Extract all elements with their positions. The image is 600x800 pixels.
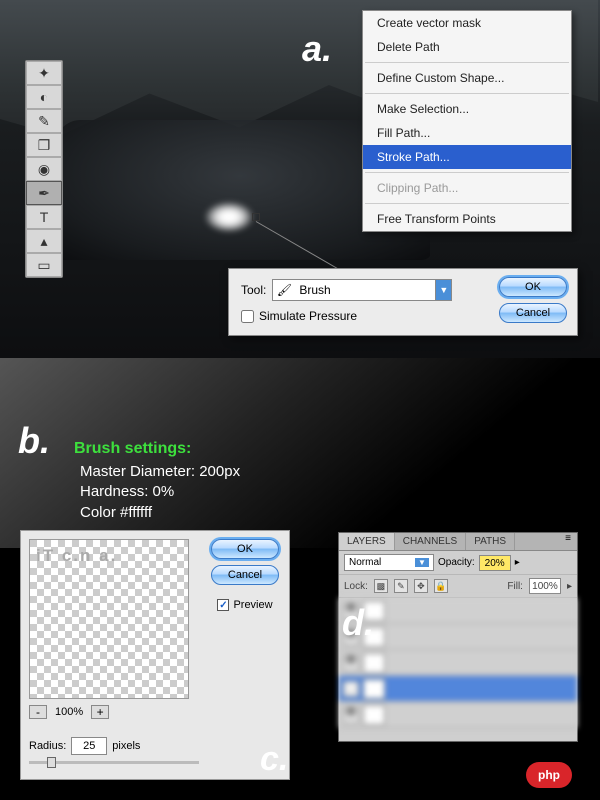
preview-checkbox[interactable]: ✓ xyxy=(217,599,229,611)
layer-row[interactable]: 👁 xyxy=(339,598,577,624)
tab-layers[interactable]: LAYERS xyxy=(339,533,395,550)
lock-pixels-icon[interactable]: ✎ xyxy=(394,579,408,593)
lock-position-icon[interactable]: ✥ xyxy=(414,579,428,593)
layer-row[interactable]: 👁 xyxy=(339,650,577,676)
lock-transparent-icon[interactable]: ▩ xyxy=(374,579,388,593)
fill-stepper-icon[interactable]: ▸ xyxy=(567,581,572,592)
menu-separator xyxy=(365,172,569,173)
fill-value[interactable]: 100% xyxy=(529,578,561,594)
tool-label: Tool: xyxy=(241,283,266,297)
layer-row[interactable]: 👁 xyxy=(339,676,577,702)
radius-unit: pixels xyxy=(112,740,140,752)
panel-menu-icon[interactable]: ≡ xyxy=(559,533,577,550)
menu-make-selection[interactable]: Make Selection... xyxy=(363,97,571,121)
panel-label-b: b. xyxy=(18,420,50,462)
menu-separator xyxy=(365,62,569,63)
menu-separator xyxy=(365,203,569,204)
brush-hardness: Hardness: 0% xyxy=(80,482,240,502)
lock-label: Lock: xyxy=(344,581,368,592)
ok-button[interactable]: OK xyxy=(211,539,279,559)
tools-palette: ✦ ◐ ✎ ❐ ◉ ✒ T ▴ ▭ xyxy=(25,60,63,278)
ok-button[interactable]: OK xyxy=(499,277,567,297)
zoom-out-button[interactable]: - xyxy=(29,705,47,719)
brush-settings-text: Master Diameter: 200px Hardness: 0% Colo… xyxy=(80,462,240,523)
simulate-pressure-checkbox[interactable] xyxy=(241,310,254,323)
tool-dropdown[interactable]: 🖌 Brush ▼ xyxy=(272,279,452,301)
layer-thumb xyxy=(363,705,385,725)
opacity-stepper-icon[interactable]: ▸ xyxy=(515,557,520,568)
opacity-label: Opacity: xyxy=(438,557,475,568)
zoom-in-button[interactable]: + xyxy=(91,705,109,719)
radius-label: Radius: xyxy=(29,740,66,752)
panel-label-c: c. xyxy=(260,740,288,779)
layer-thumb xyxy=(363,653,385,673)
simulate-pressure-label: Simulate Pressure xyxy=(259,309,357,323)
layers-list: 👁 👁 👁 👁 👁 xyxy=(339,598,577,728)
radius-slider[interactable] xyxy=(29,761,199,764)
watermark-text: iT c.n a. xyxy=(36,546,117,566)
brush-settings-title: Brush settings: xyxy=(74,440,191,458)
opacity-value[interactable]: 20% xyxy=(479,555,511,571)
brush-tool-icon[interactable]: ✎ xyxy=(26,109,62,133)
panel-label-a: a. xyxy=(302,28,332,70)
menu-delete-path[interactable]: Delete Path xyxy=(363,35,571,59)
headlight-glow xyxy=(205,202,253,232)
blend-mode-dropdown[interactable]: Normal ▼ xyxy=(344,554,434,571)
brush-diameter: Master Diameter: 200px xyxy=(80,462,240,482)
layers-panel: LAYERS CHANNELS PATHS ≡ Normal ▼ Opacity… xyxy=(338,532,578,742)
brush-icon: 🖌 xyxy=(273,280,295,300)
zoom-value: 100% xyxy=(55,706,83,718)
brush-color: Color #ffffff xyxy=(80,503,240,523)
fill-label: Fill: xyxy=(507,581,523,592)
layer-thumb xyxy=(363,679,385,699)
layer-row[interactable]: 👁 xyxy=(339,702,577,728)
tab-channels[interactable]: CHANNELS xyxy=(395,533,466,550)
lasso-tool-icon[interactable]: ◐ xyxy=(26,85,62,109)
menu-stroke-path[interactable]: Stroke Path... xyxy=(363,145,571,169)
slider-thumb[interactable] xyxy=(47,757,56,768)
panel-label-d: d. xyxy=(342,602,374,644)
cancel-button[interactable]: Cancel xyxy=(499,303,567,323)
type-tool-icon[interactable]: T xyxy=(26,205,62,229)
wand-tool-icon[interactable]: ✦ xyxy=(26,61,62,85)
layer-row[interactable]: 👁 xyxy=(339,624,577,650)
menu-create-vector-mask[interactable]: Create vector mask xyxy=(363,11,571,35)
visibility-icon[interactable]: 👁 xyxy=(343,655,359,671)
path-select-tool-icon[interactable]: ▴ xyxy=(26,229,62,253)
menu-define-custom-shape[interactable]: Define Custom Shape... xyxy=(363,66,571,90)
lock-all-icon[interactable]: 🔒 xyxy=(434,579,448,593)
cancel-button[interactable]: Cancel xyxy=(211,565,279,585)
menu-separator xyxy=(365,93,569,94)
menu-fill-path[interactable]: Fill Path... xyxy=(363,121,571,145)
preview-canvas[interactable]: iT c.n a. xyxy=(29,539,189,699)
cursor-crosshair-icon xyxy=(252,213,260,221)
chevron-down-icon[interactable]: ▼ xyxy=(435,280,451,300)
blend-mode-value: Normal xyxy=(349,557,381,568)
path-context-menu: Create vector mask Delete Path Define Cu… xyxy=(362,10,572,232)
blur-tool-icon[interactable]: ◉ xyxy=(26,157,62,181)
menu-free-transform[interactable]: Free Transform Points xyxy=(363,207,571,231)
radius-input[interactable] xyxy=(71,737,107,755)
chevron-down-icon[interactable]: ▼ xyxy=(415,558,429,567)
shape-tool-icon[interactable]: ▭ xyxy=(26,253,62,277)
php-badge: php xyxy=(526,762,572,788)
menu-clipping-path: Clipping Path... xyxy=(363,176,571,200)
tool-dropdown-value: Brush xyxy=(295,283,435,297)
gaussian-blur-dialog: iT c.n a. - 100% + OK Cancel ✓ Preview R… xyxy=(20,530,290,780)
clone-tool-icon[interactable]: ❐ xyxy=(26,133,62,157)
tab-paths[interactable]: PATHS xyxy=(466,533,515,550)
stroke-path-dialog: Tool: 🖌 Brush ▼ Simulate Pressure OK Can… xyxy=(228,268,578,336)
visibility-icon[interactable]: 👁 xyxy=(343,707,359,723)
pen-tool-icon[interactable]: ✒ xyxy=(26,181,62,205)
preview-label: Preview xyxy=(233,599,272,611)
visibility-icon[interactable]: 👁 xyxy=(343,681,359,697)
